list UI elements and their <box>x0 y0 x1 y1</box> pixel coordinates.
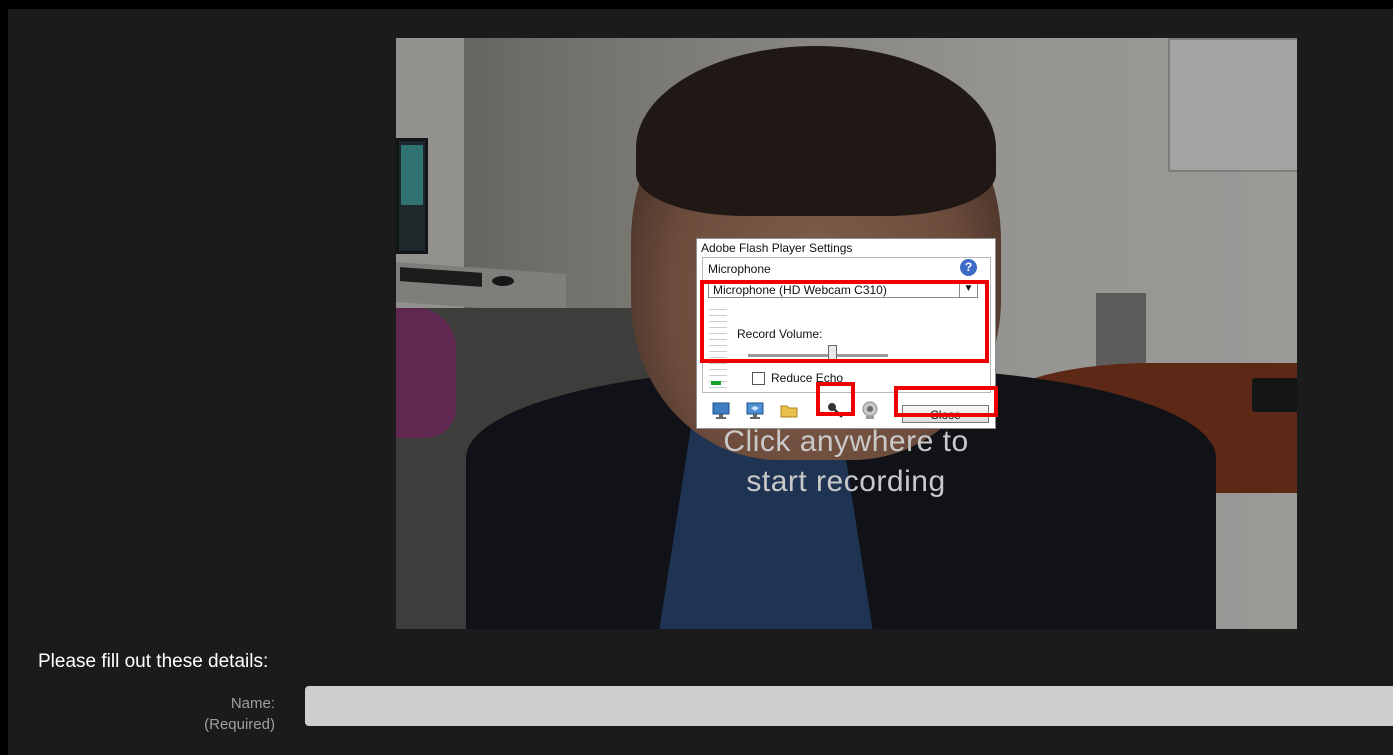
flash-settings-panel <box>702 257 991 393</box>
dropdown-arrow-icon[interactable]: ▼ <box>959 281 977 297</box>
privacy-monitor-icon <box>746 402 764 419</box>
name-input[interactable] <box>305 686 1393 726</box>
flash-settings-title: Adobe Flash Player Settings <box>701 241 853 255</box>
webcam-icon <box>862 401 878 419</box>
folder-icon <box>780 405 798 418</box>
name-required-label: (Required) <box>204 716 275 733</box>
flash-settings-dialog: Adobe Flash Player Settings Microphone ?… <box>696 238 996 429</box>
reduce-echo-label: Reduce Echo <box>771 371 844 385</box>
reduce-echo-checkbox[interactable] <box>752 372 765 385</box>
input-level-meter <box>709 309 727 389</box>
start-recording-hint[interactable]: Click anywhere to start recording <box>696 422 996 502</box>
question-icon[interactable]: ? <box>960 259 977 276</box>
monitor-icon <box>712 402 730 419</box>
name-label: Name: <box>230 695 275 712</box>
tab-camera[interactable] <box>857 397 883 423</box>
close-button[interactable]: Close <box>902 405 989 423</box>
record-volume-slider-handle[interactable] <box>827 345 837 361</box>
tab-local-storage[interactable] <box>776 397 802 423</box>
input-level-fill <box>711 381 721 385</box>
microphone-section-label: Microphone <box>708 262 771 276</box>
page: Click anywhere to start recording Adobe … <box>8 9 1393 755</box>
tab-display[interactable] <box>708 397 734 423</box>
record-volume-label: Record Volume: <box>737 327 823 341</box>
form-heading: Please fill out these details: <box>38 651 269 672</box>
record-volume-slider[interactable] <box>748 354 888 357</box>
microphone-icon <box>828 403 843 418</box>
tab-privacy[interactable] <box>742 397 768 423</box>
microphone-select[interactable]: Microphone (HD Webcam C310) ▼ <box>708 280 978 298</box>
microphone-select-value: Microphone (HD Webcam C310) <box>713 283 887 297</box>
tab-microphone[interactable] <box>822 397 848 423</box>
start-recording-hint-line2: start recording <box>746 465 946 498</box>
